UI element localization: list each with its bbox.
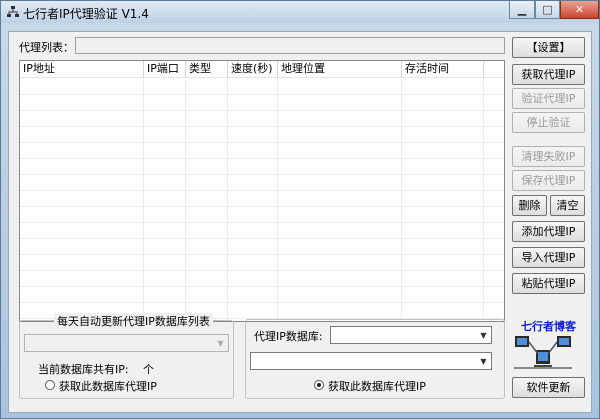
proxy-db-label: 代理IP数据库:	[254, 330, 323, 343]
column-header[interactable]: 地理位置	[278, 61, 402, 78]
save-proxy-ip-button[interactable]: 保存代理IP	[512, 170, 585, 191]
daily-db-radio[interactable]	[45, 380, 55, 390]
daily-update-group-title: 每天自动更新代理IP数据库列表	[54, 313, 213, 329]
paste-proxy-ip-button[interactable]: 粘贴代理IP	[512, 273, 585, 294]
network-computers-icon	[514, 336, 572, 369]
proxy-db-select[interactable]: ▼	[330, 326, 492, 344]
daily-db-select[interactable]: ▼	[24, 334, 229, 352]
proxy-table[interactable]: IP地址 IP端口 类型 速度(秒) 地理位置 存活时间	[19, 60, 505, 322]
db-count-label: 当前数据库共有IP:	[38, 363, 129, 376]
proxy-list-label: 代理列表：	[19, 41, 74, 54]
network-icon	[7, 6, 19, 17]
column-header[interactable]: IP端口	[144, 61, 186, 78]
column-header[interactable]: 速度(秒)	[228, 61, 278, 78]
maximize-button[interactable]: □	[535, 1, 560, 19]
minimize-icon: ▁	[517, 3, 527, 16]
verify-proxy-ip-button[interactable]: 验证代理IP	[512, 88, 585, 109]
table-header: IP地址 IP端口 类型 速度(秒) 地理位置 存活时间	[20, 61, 504, 78]
clean-failed-ip-button[interactable]: 清理失败IP	[512, 146, 585, 167]
title-bar[interactable]: 七行者IP代理验证 V1.4 ▁ □ ✕	[1, 1, 599, 23]
clear-button[interactable]: 清空	[550, 195, 585, 216]
main-window: 七行者IP代理验证 V1.4 ▁ □ ✕ 代理列表： IP地址 IP端口 类型 …	[0, 0, 600, 419]
blog-link[interactable]: 七行者博客	[521, 318, 576, 334]
add-proxy-ip-button[interactable]: 添加代理IP	[512, 221, 585, 242]
chevron-down-icon: ▼	[217, 338, 224, 348]
delete-button[interactable]: 删除	[512, 195, 547, 216]
table-body[interactable]	[20, 79, 504, 321]
db-count-unit: 个	[143, 363, 154, 376]
proxy-list-field[interactable]	[75, 37, 505, 54]
column-header[interactable]: 类型	[186, 61, 228, 78]
column-header[interactable]: IP地址	[20, 61, 144, 78]
import-proxy-ip-button[interactable]: 导入代理IP	[512, 247, 585, 268]
minimize-button[interactable]: ▁	[509, 1, 535, 19]
get-proxy-ip-button[interactable]: 获取代理IP	[512, 64, 585, 85]
maximize-icon: □	[542, 3, 553, 16]
window-title: 七行者IP代理验证 V1.4	[23, 7, 149, 21]
close-button[interactable]: ✕	[560, 1, 599, 19]
proxy-db-secondary-select[interactable]: ▼	[250, 352, 492, 370]
close-icon: ✕	[574, 3, 585, 16]
settings-button[interactable]: 【设置】	[512, 37, 585, 58]
client-area: 代理列表： IP地址 IP端口 类型 速度(秒) 地理位置 存活时间 【设置】 …	[8, 31, 592, 413]
chevron-down-icon: ▼	[480, 330, 487, 340]
chevron-down-icon: ▼	[480, 356, 487, 366]
proxy-db-radio-label[interactable]: 获取此数据库代理IP	[328, 378, 426, 394]
software-update-button[interactable]: 软件更新	[512, 377, 585, 398]
column-header[interactable]: 存活时间	[402, 61, 484, 78]
stop-verify-button[interactable]: 停止验证	[512, 112, 585, 133]
daily-db-radio-label[interactable]: 获取此数据库代理IP	[59, 378, 157, 394]
proxy-db-radio[interactable]	[314, 380, 324, 390]
